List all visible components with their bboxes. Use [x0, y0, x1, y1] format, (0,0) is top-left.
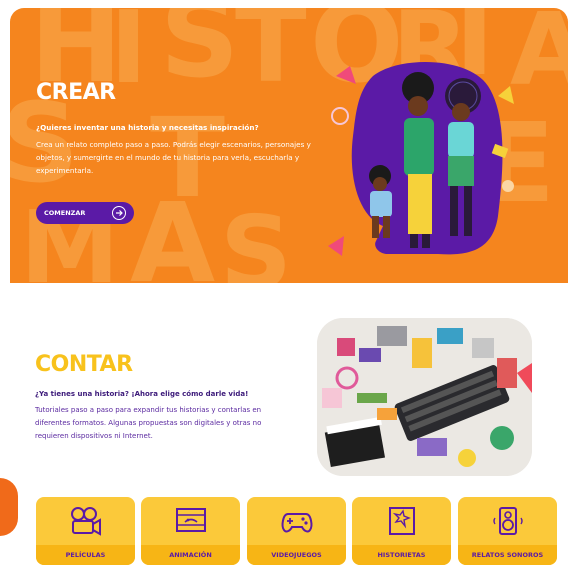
category-label: VIDEOJUEGOS [271, 551, 322, 559]
animation-icon [175, 508, 206, 532]
bg-letter: T [235, 8, 307, 106]
bg-letter: A [510, 8, 568, 108]
craft-materials-photo [317, 318, 532, 476]
comic-icon [388, 507, 415, 535]
hero-question: ¿Quieres inventar una historia y necesit… [36, 123, 259, 132]
category-card-historietas[interactable]: HISTORIETAS [352, 497, 451, 565]
category-label: HISTORIETAS [377, 551, 426, 559]
people-illustration [328, 62, 514, 256]
category-card-peliculas[interactable]: PELÍCULAS [36, 497, 135, 565]
bg-letter: S [220, 194, 292, 284]
category-label: RELATOS SONOROS [471, 551, 544, 559]
contar-question: ¿Ya tienes una historia? ¡Ahora elige có… [35, 390, 249, 398]
decorative-orange-shape [0, 478, 18, 536]
speaker-icon [492, 507, 523, 535]
gamepad-icon [281, 513, 312, 533]
hero-description: Crea un relato completo paso a paso. Pod… [36, 140, 311, 175]
hero-crear: H I S T O R I A S T E M A S CREAR ¿Quier… [10, 8, 568, 283]
contar-description: Tutoriales paso a paso para expandir tus… [35, 406, 262, 440]
category-label: PELÍCULAS [65, 551, 106, 559]
page: H I S T O R I A S T E M A S CREAR ¿Quier… [0, 0, 569, 567]
arrow-right-icon [112, 206, 126, 220]
category-card-animacion[interactable]: ANIMACIÓN [141, 497, 240, 565]
category-label: ANIMACIÓN [169, 551, 212, 559]
category-card-videojuegos[interactable]: VIDEOJUEGOS [247, 497, 346, 565]
hero-title: CREAR [36, 80, 116, 105]
film-camera-icon [70, 507, 101, 536]
bg-letter: A [130, 179, 215, 283]
category-card-relatos-sonoros[interactable]: RELATOS SONOROS [458, 497, 557, 565]
comenzar-button-label: COMENZAR [44, 209, 86, 217]
bg-letter: S [160, 8, 239, 102]
contar-title: CONTAR [35, 352, 133, 377]
comenzar-button[interactable]: COMENZAR [36, 202, 134, 224]
